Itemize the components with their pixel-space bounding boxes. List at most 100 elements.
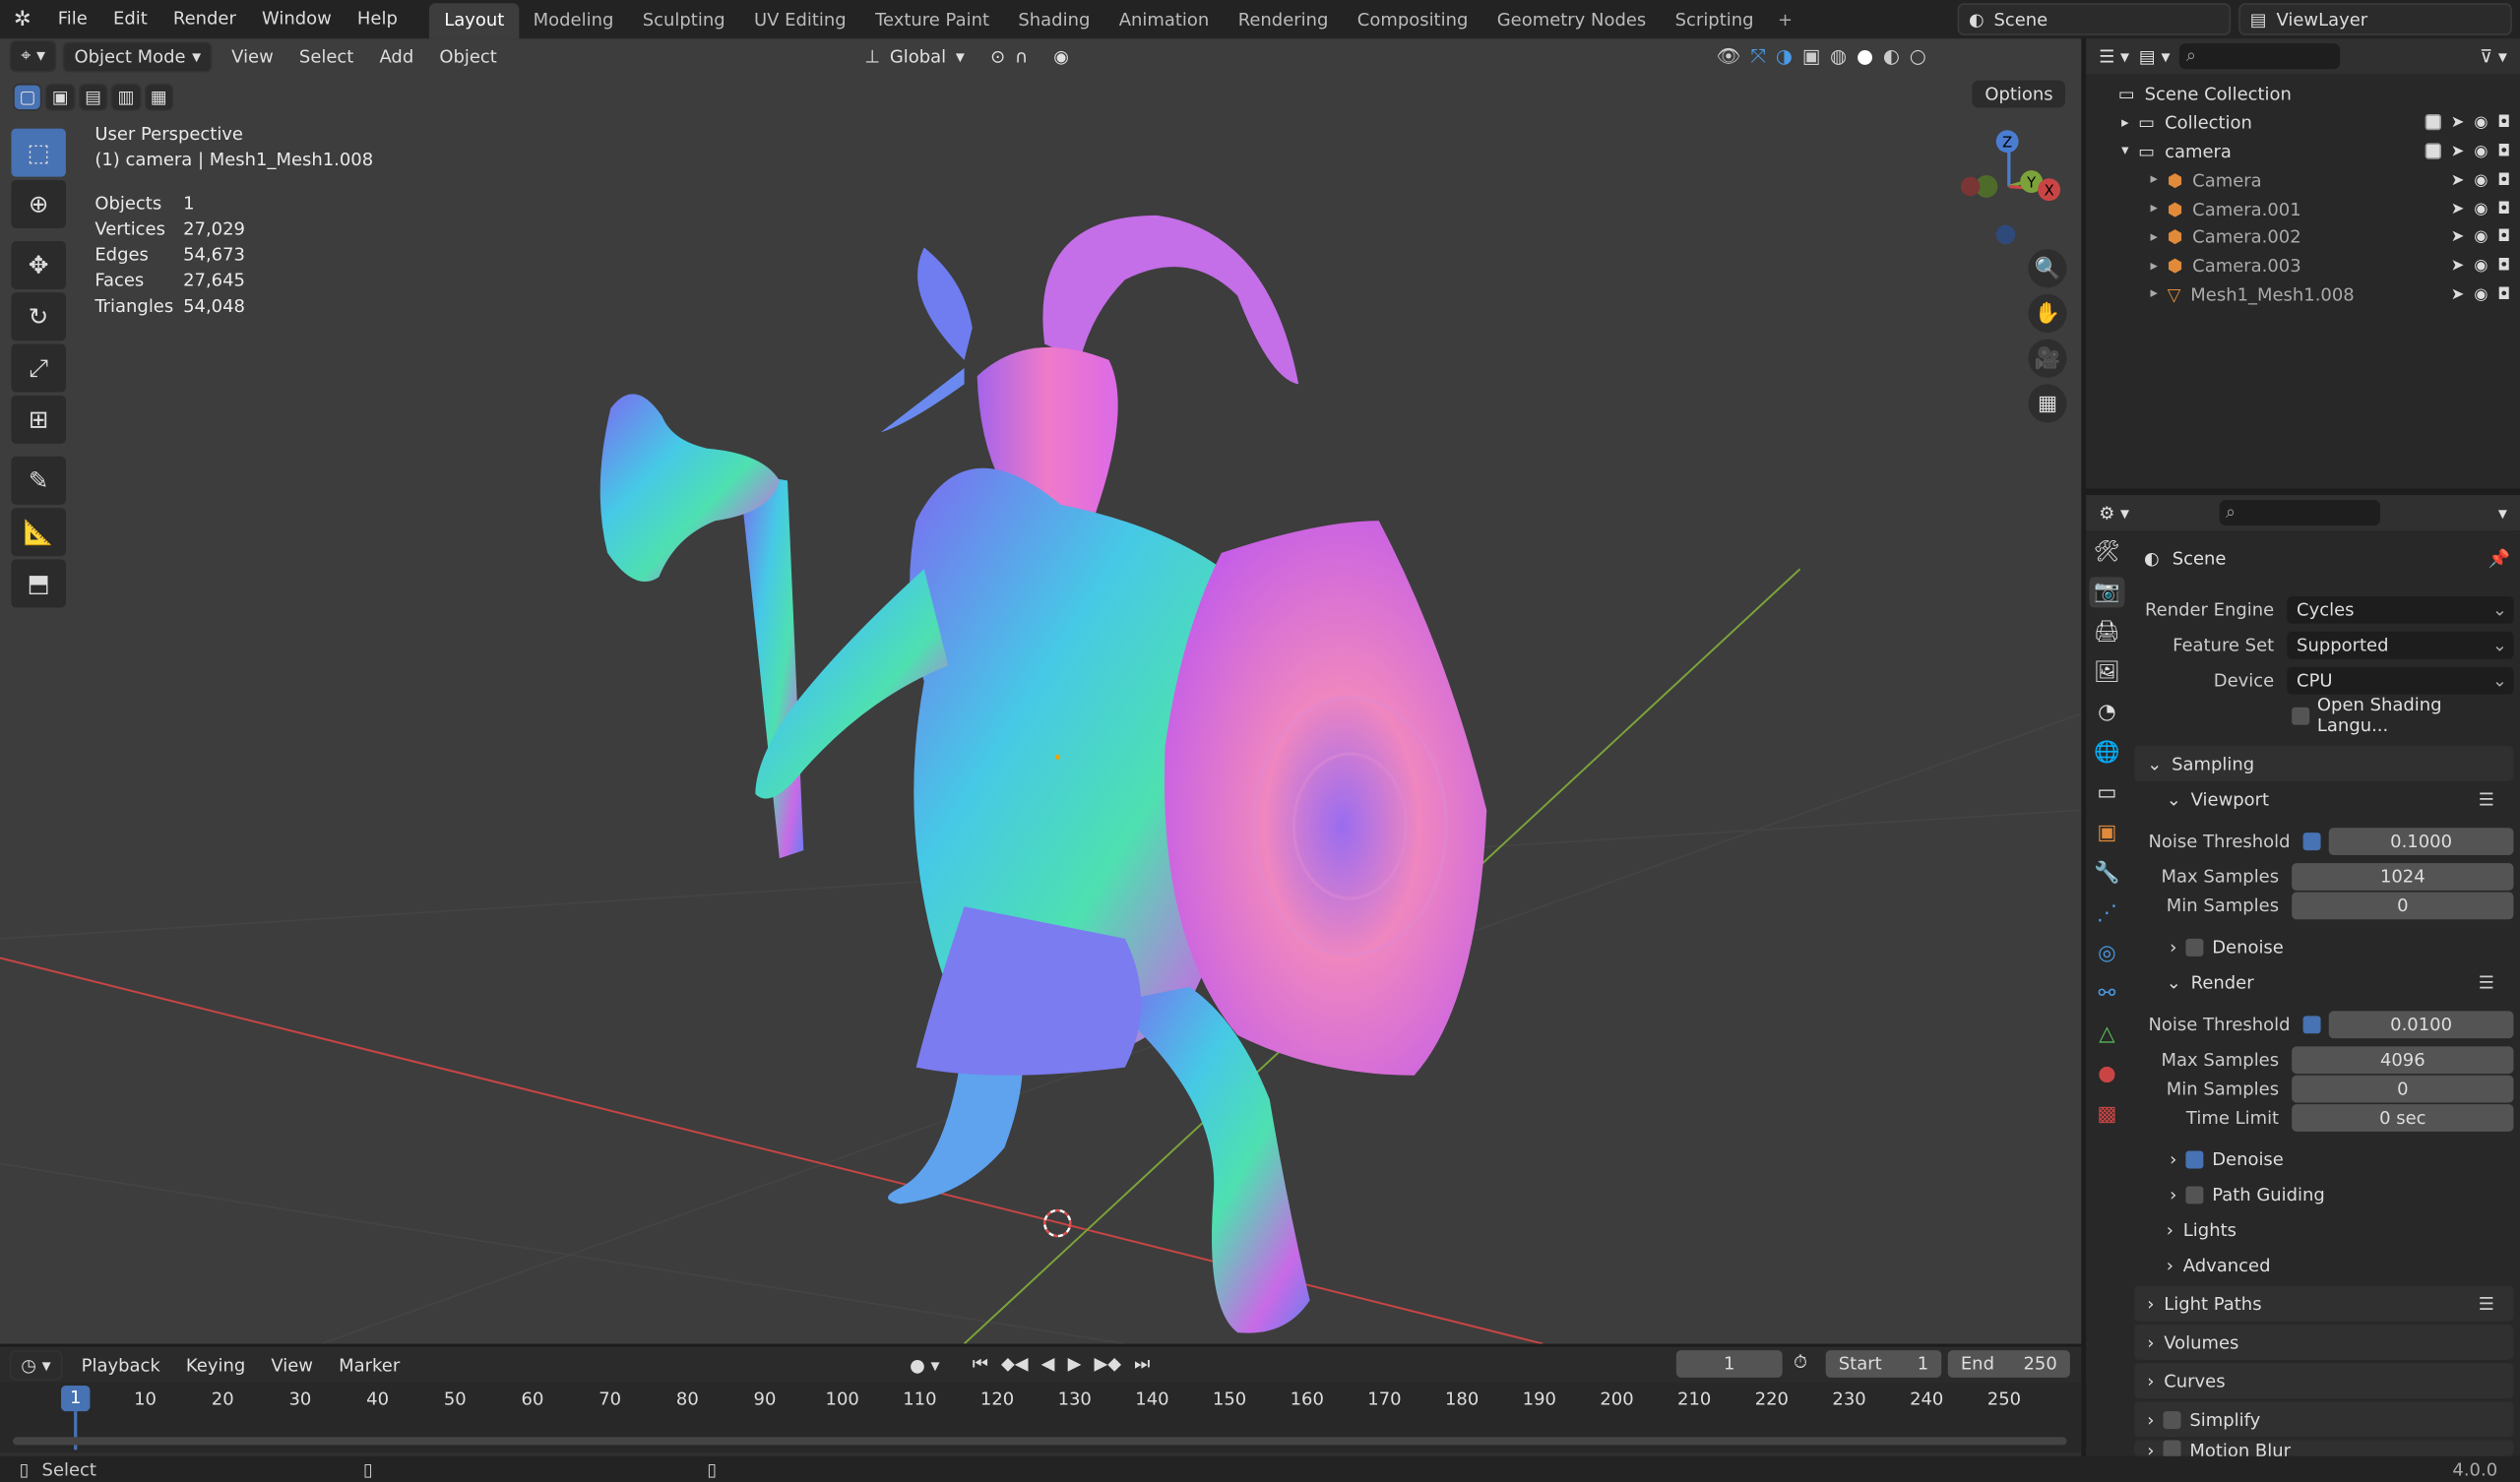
- viewport-menu-add[interactable]: Add: [366, 46, 426, 67]
- object-tab-icon[interactable]: ▣: [2097, 818, 2116, 848]
- scene-tab-icon[interactable]: ◔: [2098, 698, 2116, 728]
- viewlayer-selector[interactable]: ▤ ViewLayer: [2238, 3, 2512, 35]
- play-icon[interactable]: ▶: [1068, 1353, 1082, 1376]
- tab-rendering[interactable]: Rendering: [1224, 3, 1343, 38]
- camera-render-icon[interactable]: ◘: [2497, 200, 2510, 217]
- zoom-icon[interactable]: 🔍: [2028, 249, 2067, 288]
- vp-denoise-checkbox[interactable]: [2186, 938, 2205, 957]
- select-invert-icon[interactable]: ▥: [111, 83, 142, 111]
- scene-collection-row[interactable]: ▭ Scene Collection: [2086, 81, 2520, 109]
- blender-logo-icon[interactable]: ✲: [0, 0, 45, 38]
- measure-tool-icon[interactable]: 📐: [11, 508, 66, 557]
- output-tab-icon[interactable]: 🖨: [2094, 617, 2120, 648]
- list-icon[interactable]: ☰: [2479, 971, 2494, 992]
- constraints-tab-icon[interactable]: ⚯: [2099, 979, 2116, 1010]
- camera-render-icon[interactable]: ◘: [2497, 229, 2510, 247]
- pan-hand-icon[interactable]: ✋: [2028, 293, 2067, 334]
- device-dropdown[interactable]: CPU ⌄: [2287, 666, 2514, 694]
- vp-noise-threshold-checkbox[interactable]: [2302, 832, 2321, 850]
- exclude-checkbox[interactable]: [2425, 114, 2441, 131]
- select-new-icon[interactable]: ▢: [13, 83, 43, 111]
- expand-right-icon[interactable]: ▸: [2150, 201, 2157, 216]
- add-cube-tool-icon[interactable]: ⬒: [11, 559, 66, 608]
- outliner-search-input[interactable]: ⌕: [2179, 43, 2341, 70]
- stopwatch-icon[interactable]: ⏱: [1794, 1352, 1807, 1375]
- menu-help[interactable]: Help: [345, 0, 410, 38]
- scene-selector[interactable]: ◐ Scene: [1957, 3, 2232, 35]
- end-frame-field[interactable]: End 250: [1947, 1350, 2070, 1378]
- visibility-icon[interactable]: 👁: [1717, 45, 1741, 68]
- vp-denoise-row[interactable]: › Denoise: [2134, 929, 2513, 964]
- menu-file[interactable]: File: [45, 0, 100, 38]
- select-arrow-icon[interactable]: ➤: [2451, 258, 2465, 276]
- sampling-panel-header[interactable]: ⌄ Sampling: [2134, 745, 2514, 781]
- move-tool-icon[interactable]: ✥: [11, 241, 66, 290]
- next-keyframe-icon[interactable]: ▶◆: [1094, 1353, 1121, 1376]
- eye-icon[interactable]: ◉: [2474, 171, 2488, 189]
- exclude-checkbox[interactable]: [2425, 143, 2441, 159]
- r-denoise-row[interactable]: › Denoise: [2134, 1142, 2513, 1177]
- select-arrow-icon[interactable]: ➤: [2451, 229, 2465, 247]
- properties-editor-icon[interactable]: ⚙ ▾: [2099, 502, 2129, 523]
- snap-icon[interactable]: ∩: [1015, 46, 1028, 67]
- tab-modeling[interactable]: Modeling: [519, 3, 628, 38]
- viewport-menu-select[interactable]: Select: [286, 46, 367, 67]
- material-shading-icon[interactable]: ◐: [1883, 45, 1900, 68]
- eye-icon[interactable]: ◉: [2474, 143, 2488, 160]
- viewlayer-name[interactable]: ViewLayer: [2276, 9, 2367, 30]
- shield-mesh[interactable]: [1164, 521, 1487, 1076]
- expand-right-icon[interactable]: ▸: [2150, 229, 2157, 245]
- jump-start-icon[interactable]: ⏮: [973, 1353, 988, 1376]
- outliner-editor-icon[interactable]: ☰ ▾: [2099, 46, 2129, 67]
- material-tab-icon[interactable]: ●: [2098, 1059, 2116, 1089]
- camera-render-icon[interactable]: ◘: [2497, 286, 2510, 304]
- select-arrow-icon[interactable]: ➤: [2451, 200, 2465, 217]
- modifier-tab-icon[interactable]: 🔧: [2094, 858, 2119, 889]
- select-arrow-icon[interactable]: ➤: [2451, 114, 2465, 132]
- tab-shading[interactable]: Shading: [1004, 3, 1104, 38]
- cursor-tool-icon[interactable]: ⊕: [11, 179, 66, 228]
- transform-tool-icon[interactable]: ⊞: [11, 395, 66, 444]
- r-denoise-checkbox[interactable]: [2186, 1149, 2205, 1168]
- camera-view-icon[interactable]: 🎥: [2028, 339, 2067, 378]
- vp-min-samples-field[interactable]: 0: [2292, 891, 2514, 919]
- texture-tab-icon[interactable]: ▩: [2097, 1099, 2116, 1130]
- overlay-icon[interactable]: ◑: [1776, 45, 1793, 68]
- xray-icon[interactable]: ▣: [1802, 45, 1821, 68]
- viewport-menu-view[interactable]: View: [219, 46, 286, 67]
- timeline-menu-marker[interactable]: Marker: [326, 1354, 412, 1375]
- display-mode-icon[interactable]: ▤ ▾: [2139, 46, 2171, 67]
- viewport-menu-object[interactable]: Object: [426, 46, 510, 67]
- scene-name[interactable]: Scene: [1993, 9, 2048, 30]
- r-noise-threshold-checkbox[interactable]: [2302, 1015, 2321, 1033]
- current-frame-field[interactable]: 1: [1675, 1350, 1783, 1378]
- tab-sculpting[interactable]: Sculpting: [628, 3, 739, 38]
- light-paths-panel[interactable]: › Light Paths ☰: [2134, 1285, 2514, 1322]
- rotate-tool-icon[interactable]: ↻: [11, 292, 66, 341]
- add-workspace-icon[interactable]: +: [1768, 9, 1802, 30]
- timeline-menu-view[interactable]: View: [258, 1354, 326, 1375]
- filter-icon[interactable]: ⊽ ▾: [2480, 46, 2507, 67]
- world-tab-icon[interactable]: 🌐: [2094, 738, 2119, 769]
- collection-tab-icon[interactable]: ▭: [2097, 778, 2116, 809]
- motion-blur-checkbox[interactable]: [2164, 1440, 2182, 1456]
- outliner-row[interactable]: ▸ ⬢ Camera.003 ➤ ◉ ◘: [2086, 252, 2520, 280]
- select-arrow-icon[interactable]: ➤: [2451, 171, 2465, 189]
- pin-icon[interactable]: 📌: [2488, 547, 2510, 568]
- timeline-menu-playback[interactable]: Playback: [69, 1354, 173, 1375]
- eye-icon[interactable]: ◉: [2474, 114, 2488, 132]
- time-limit-field[interactable]: 0 sec: [2292, 1103, 2514, 1132]
- perspective-toggle-icon[interactable]: ▦: [2028, 384, 2067, 423]
- tab-texture-paint[interactable]: Texture Paint: [860, 3, 1003, 38]
- annotate-tool-icon[interactable]: ✎: [11, 456, 66, 505]
- solid-shading-icon[interactable]: ●: [1857, 45, 1873, 68]
- r-noise-threshold-field[interactable]: 0.0100: [2328, 1010, 2514, 1038]
- r-min-samples-field[interactable]: 0: [2292, 1074, 2514, 1102]
- jump-end-icon[interactable]: ⏭: [1134, 1353, 1150, 1376]
- osl-checkbox[interactable]: [2292, 706, 2309, 724]
- gizmo-icon[interactable]: ⤧: [1750, 44, 1766, 69]
- eye-icon[interactable]: ◉: [2474, 200, 2488, 217]
- list-icon[interactable]: ☰: [2479, 788, 2494, 809]
- path-guiding-checkbox[interactable]: [2186, 1185, 2205, 1204]
- motion-blur-panel[interactable]: › Motion Blur: [2134, 1440, 2514, 1456]
